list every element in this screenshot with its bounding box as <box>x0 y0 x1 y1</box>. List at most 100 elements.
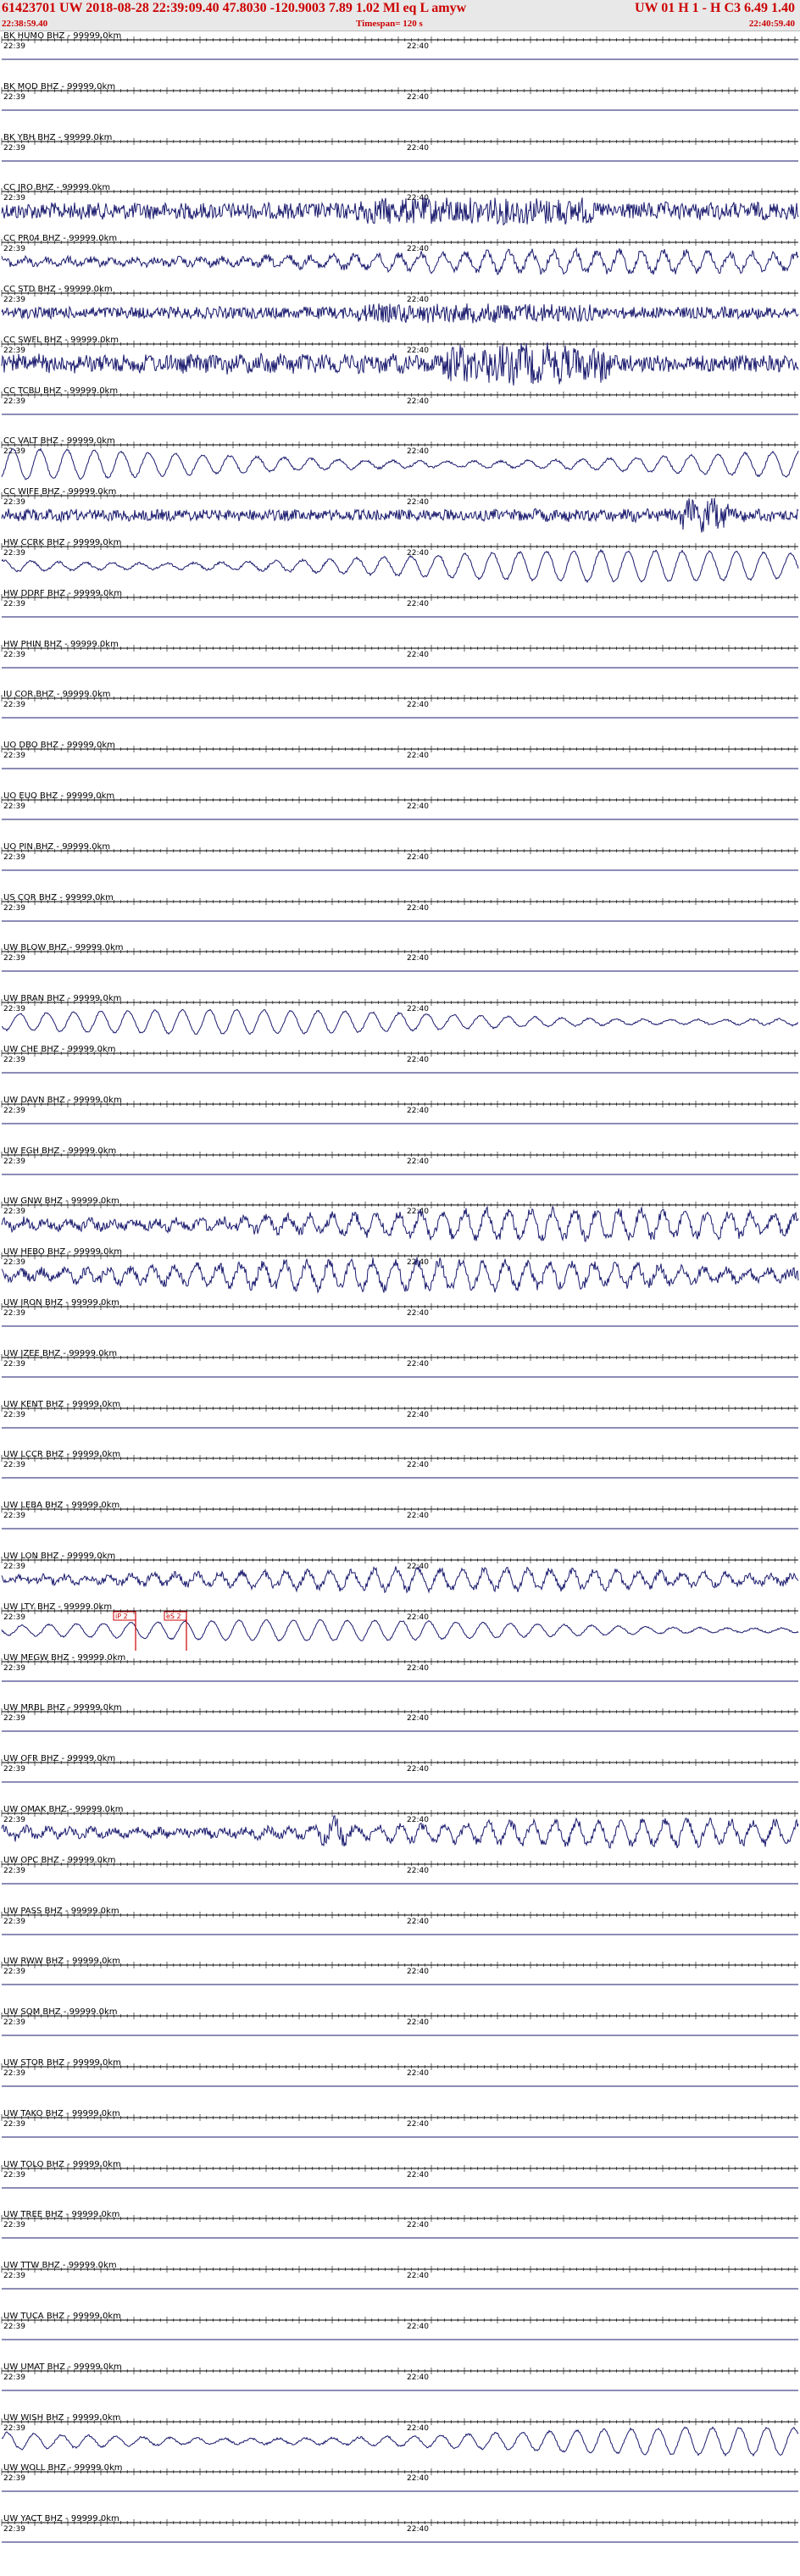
seismogram-traces: BK HUMO BHZ - 99999.0km 22:39 22:40 BK MOD … <box>1 31 799 2543</box>
channel-row[interactable]: UW PASS BHZ - 99999.0km22:39 22:40 <box>1 1907 798 1935</box>
channel-row[interactable]: UW DAVN BHZ - 99999.0km 22:39 22:40 <box>1 1096 798 1124</box>
channel-label: UW OPC BHZ - 99999.0km <box>3 1856 116 1865</box>
channel-row[interactable]: UW BRAN BHZ - 99999.0km 22:39 22:40 <box>1 994 799 1035</box>
channel-row[interactable]: UO EUO BHZ - 99999.0km22:39 22:40 <box>1 791 798 820</box>
channel-row[interactable]: UW GNW BHZ - 99999.0km22:39 22:40 <box>1 1196 799 1242</box>
channel-row[interactable]: HW CCRK BHZ - 99999.0km22:39 22:40 <box>1 538 799 584</box>
time-ticks <box>1 1557 796 1563</box>
time-ticks <box>1 441 796 448</box>
channel-row[interactable]: UW LON BHZ - 99999.0km22:39 22:40 <box>1 1552 799 1594</box>
channel-label: UW RWW BHZ - 99999.0km <box>3 1957 120 1966</box>
channel-row[interactable]: UW TOLO BHZ - 99999.0km 22:39 22:40 <box>1 2160 798 2189</box>
tick-label-mid: 22:40 <box>407 2221 429 2229</box>
channel-row[interactable]: UW SQM BHZ - 99999.0km22:39 22:40 <box>1 2007 798 2036</box>
tick-label-mid: 22:40 <box>407 93 429 102</box>
channel-label: CC STD BHZ - 99999.0km <box>3 285 113 294</box>
tick-label-left: 22:39 <box>3 1512 25 1520</box>
channel-row[interactable]: UW IRON BHZ - 99999.0km22:39 22:40 <box>1 1298 798 1327</box>
channel-label: UW HEBO BHZ - 99999.0km <box>3 1247 122 1257</box>
channel-row[interactable]: HW DDRF BHZ - 99999.0km 22:39 22:40 <box>1 589 798 618</box>
channel-row[interactable]: UW IZEE BHZ - 99999.0km 22:39 22:40 <box>1 1349 798 1378</box>
tick-label-mid: 22:40 <box>407 600 429 608</box>
tick-label-left: 22:39 <box>3 1613 25 1622</box>
channel-row[interactable]: UW LCCR BHZ - 99999.0km 22:39 22:40 <box>1 1450 798 1479</box>
channel-row[interactable]: UW YACT BHZ - 99999.0km22:39 22:40 <box>1 2514 798 2543</box>
time-ticks <box>1 138 796 145</box>
tick-label-mid: 22:40 <box>407 853 429 862</box>
channel-label: UW TREE BHZ - 99999.0km <box>3 2210 119 2219</box>
tick-label-mid: 22:40 <box>407 1005 429 1013</box>
channel-row[interactable]: UW TAKO BHZ - 99999.0km 22:39 22:40 <box>1 2109 798 2138</box>
end-time: 22:40:59.40 <box>748 19 795 29</box>
channel-row[interactable]: UW UMAT BHZ - 99999.0km22:39 22:40 <box>1 2362 798 2391</box>
tick-label-mid: 22:40 <box>407 2525 429 2534</box>
waveform-trace <box>1 303 799 324</box>
channel-row[interactable]: UW OPC BHZ - 99999.0km 22:39 22:40 <box>1 1856 798 1885</box>
channel-row[interactable]: UW OMAK BHZ - 99999.0km22:39 22:40 <box>1 1805 799 1849</box>
tick-label-mid: 22:40 <box>407 2069 429 2078</box>
channel-row[interactable]: HW PHIN BHZ - 99999.0km22:39 22:40 <box>1 640 798 669</box>
channel-row[interactable]: CC PR04 BHZ - 99999.0km 22:39 22:40 <box>1 234 799 275</box>
channel-row[interactable]: UW EGH BHZ - 99999.0km 22:39 22:40 <box>1 1146 798 1175</box>
channel-label: BK YBH BHZ - 99999.0km <box>3 133 112 142</box>
tick-label-left: 22:39 <box>3 1563 25 1571</box>
channel-row[interactable]: BK YBH BHZ - 99999.0km 22:39 22:40 <box>1 133 798 162</box>
channel-row[interactable]: UW HEBO BHZ - 99999.0km22:39 22:40 <box>1 1247 799 1294</box>
channel-row[interactable]: UW KENT BHZ - 99999.0km 22:39 22:40 <box>1 1400 798 1429</box>
channel-row[interactable]: UW LEBA BHZ - 99999.0km 22:39 22:40 <box>1 1501 798 1530</box>
channel-row[interactable]: UO DBO BHZ - 99999.0km 22:39 22:40 <box>1 741 798 769</box>
channel-row[interactable]: UW WOLL BHZ - 99999.0km22:39 22:40 <box>1 2463 798 2492</box>
channel-row[interactable]: UW BLOW BHZ - 99999.0km22:39 22:40 <box>1 943 798 972</box>
tick-label-mid: 22:40 <box>407 752 429 760</box>
channel-row[interactable]: UO PIN BHZ - 99999.0km22:39 22:40 <box>1 842 798 871</box>
waveform-trace <box>1 1008 799 1035</box>
tick-label-mid: 22:40 <box>407 802 429 811</box>
phase-pick-label: iP 2 <box>115 1613 128 1620</box>
tick-label-mid: 22:40 <box>407 1918 429 1926</box>
waveform-trace <box>1 247 799 275</box>
channel-label: CC VALT BHZ - 99999.0km <box>3 436 115 446</box>
channel-row[interactable]: CC TCBU BHZ - 99999.0km22:39 22:40 <box>1 386 798 415</box>
channel-row[interactable]: UW MRBL BHZ - 99999.0km22:39 22:40 <box>1 1703 798 1732</box>
channel-row[interactable]: UW TUCA BHZ - 99999.0km 22:39 22:40 <box>1 2312 798 2340</box>
tick-label-left: 22:39 <box>3 1107 25 1115</box>
channel-label: CC PR04 BHZ - 99999.0km <box>3 234 117 243</box>
tick-label-left: 22:39 <box>3 1309 25 1318</box>
tick-label-left: 22:39 <box>3 42 25 51</box>
channel-row[interactable]: IU COR BHZ - 99999.0km 22:39 22:40 <box>1 690 798 719</box>
tick-label-left: 22:39 <box>3 347 25 355</box>
waveform-trace <box>1 342 799 386</box>
waveform-panel[interactable]: BK HUMO BHZ - 99999.0km 22:39 22:40 BK MOD … <box>0 31 800 2576</box>
channel-row[interactable]: UW LTY BHZ - 99999.0km22:39 22:40 iP 2 eS 2 <box>1 1602 799 1651</box>
tick-label-left: 22:39 <box>3 600 25 608</box>
channel-row[interactable]: CC JRO BHZ - 99999.0km22:39 22:40 <box>1 183 799 226</box>
time-ticks <box>1 1202 796 1208</box>
channel-row[interactable]: UW RWW BHZ - 99999.0km 22:39 22:40 <box>1 1957 798 1985</box>
channel-row[interactable]: CC WIFE BHZ - 99999.0km22:39 22:40 <box>1 487 799 533</box>
channel-row[interactable]: UW WISH BHZ - 99999.0km22:39 22:40 <box>1 2413 799 2457</box>
tick-label-left: 22:39 <box>3 93 25 102</box>
tick-label-left: 22:39 <box>3 2171 25 2179</box>
channel-row[interactable]: CC VALT BHZ - 99999.0km22:39 22:40 <box>1 436 799 480</box>
channel-row[interactable]: BK MOD BHZ - 99999.0km22:39 22:40 <box>1 82 798 111</box>
channel-row[interactable]: CC STD BHZ - 99999.0km 22:39 22:40 <box>1 285 799 324</box>
channel-row[interactable]: US COR BHZ - 99999.0km 22:39 22:40 <box>1 893 798 922</box>
channel-label: UW TUCA BHZ - 99999.0km <box>3 2312 121 2321</box>
waveform-trace <box>1 1205 799 1242</box>
channel-label: UW LEBA BHZ - 99999.0km <box>3 1501 119 1510</box>
channel-row[interactable]: UW CHE BHZ - 99999.0km 22:39 22:40 <box>1 1045 798 1074</box>
channel-row[interactable]: UW MEGW BHZ - 99999.0km22:39 22:40 <box>1 1653 798 1682</box>
tick-label-left: 22:39 <box>3 2272 25 2280</box>
channel-row[interactable]: UW TREE BHZ - 99999.0km 22:39 22:40 <box>1 2210 798 2239</box>
tick-label-left: 22:39 <box>3 2525 25 2534</box>
channel-row[interactable]: UW OFR BHZ - 99999.0km 22:39 22:40 <box>1 1754 798 1783</box>
channel-row[interactable]: CC SWFL BHZ - 99999.0km22:39 22:40 <box>1 336 799 386</box>
channel-row[interactable]: UW TTW BHZ - 99999.0km 22:39 22:40 <box>1 2261 798 2290</box>
waveform-trace <box>1 1815 799 1849</box>
tick-label-mid: 22:40 <box>407 2323 429 2331</box>
time-ticks <box>1 87 796 94</box>
time-ticks <box>1 290 796 297</box>
channel-row[interactable]: BK HUMO BHZ - 99999.0km22:39 22:40 <box>1 31 798 60</box>
channel-row[interactable]: UW STOR BHZ - 99999.0km22:39 22:40 <box>1 2058 798 2087</box>
tick-label-left: 22:39 <box>3 1056 25 1064</box>
